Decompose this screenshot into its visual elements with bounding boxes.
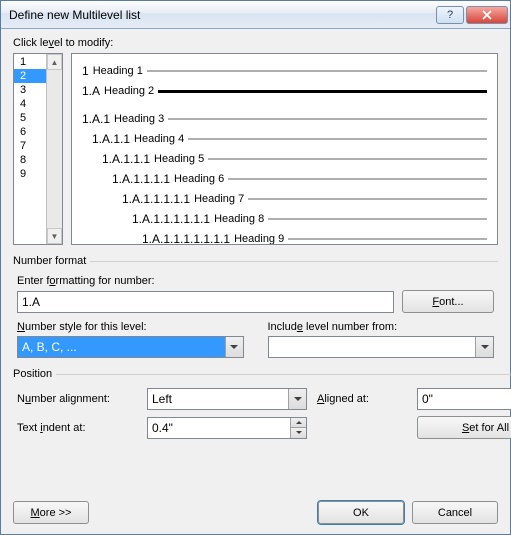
chevron-down-icon[interactable] xyxy=(475,337,493,357)
top-row: 123456789 ▲ ▼ 1Heading 1 1.AHeading 2 1.A.… xyxy=(13,53,498,245)
spin-up-icon[interactable] xyxy=(291,418,306,428)
preview-row: 1.A.1.1Heading 4 xyxy=(82,130,487,148)
chevron-down-icon[interactable] xyxy=(225,337,243,357)
preview-row: 1.A.1.1.1.1.1Heading 7 xyxy=(82,190,487,208)
preview-row: 1.A.1Heading 3 xyxy=(82,110,487,128)
help-button[interactable]: ? xyxy=(436,6,464,24)
dialog-window: Define new Multilevel list ? Click level… xyxy=(0,0,511,535)
level-item[interactable]: 8 xyxy=(14,153,46,167)
click-level-label: Click level to modify: xyxy=(13,37,498,49)
titlebar-buttons: ? xyxy=(434,6,508,24)
scroll-up-icon[interactable]: ▲ xyxy=(47,54,62,70)
level-listbox[interactable]: 123456789 ▲ ▼ xyxy=(13,53,63,245)
preview-row: 1.A.1.1.1Heading 5 xyxy=(82,150,487,168)
number-style-label: Number style for this level: xyxy=(17,321,244,333)
dialog-footer: More >> OK Cancel xyxy=(1,493,510,534)
titlebar: Define new Multilevel list ? xyxy=(1,1,510,29)
include-level-combo[interactable] xyxy=(268,336,495,358)
number-alignment-value: Left xyxy=(148,389,288,409)
level-scrollbar[interactable]: ▲ ▼ xyxy=(46,54,62,244)
font-button[interactable]: Font... xyxy=(402,290,494,313)
level-item[interactable]: 9 xyxy=(14,167,46,181)
text-indent-spinner[interactable] xyxy=(147,417,307,439)
level-item[interactable]: 2 xyxy=(14,69,46,83)
enter-formatting-label: Enter formatting for number: xyxy=(17,275,494,287)
include-level-value xyxy=(269,337,476,357)
window-title: Define new Multilevel list xyxy=(9,8,434,22)
close-icon xyxy=(482,10,492,20)
position-group: Position Number alignment: Left Aligned … xyxy=(13,368,511,439)
level-item[interactable]: 1 xyxy=(14,55,46,69)
level-item[interactable]: 6 xyxy=(14,125,46,139)
number-alignment-combo[interactable]: Left xyxy=(147,388,307,410)
chevron-down-icon[interactable] xyxy=(288,389,306,409)
aligned-at-label: Aligned at: xyxy=(317,393,407,405)
level-item[interactable]: 4 xyxy=(14,97,46,111)
number-format-input[interactable] xyxy=(17,291,394,313)
text-indent-label: Text indent at: xyxy=(17,422,137,434)
number-style-value: A, B, C, ... xyxy=(18,337,225,357)
preview-row: 1.A.1.1.1.1Heading 6 xyxy=(82,170,487,188)
dialog-body: Click level to modify: 123456789 ▲ ▼ 1He… xyxy=(1,29,510,493)
level-item[interactable]: 3 xyxy=(14,83,46,97)
text-indent-input[interactable] xyxy=(148,418,290,438)
level-item[interactable]: 5 xyxy=(14,111,46,125)
number-format-group: Number format Enter formatting for numbe… xyxy=(13,255,498,358)
set-all-levels-button[interactable]: Set for All Levels... xyxy=(417,416,511,439)
number-alignment-label: Number alignment: xyxy=(17,393,137,405)
number-style-combo[interactable]: A, B, C, ... xyxy=(17,336,244,358)
number-format-legend: Number format xyxy=(13,255,90,267)
more-button[interactable]: More >> xyxy=(13,501,89,524)
scroll-down-icon[interactable]: ▼ xyxy=(47,228,62,244)
include-level-label: Include level number from: xyxy=(268,321,495,333)
aligned-at-input[interactable] xyxy=(418,389,511,409)
preview-row: 1.A.1.1.1.1.1.1Heading 8 xyxy=(82,210,487,228)
close-button[interactable] xyxy=(466,6,508,24)
aligned-at-spinner[interactable] xyxy=(417,388,511,410)
spin-down-icon[interactable] xyxy=(291,427,306,438)
cancel-button[interactable]: Cancel xyxy=(412,501,498,524)
preview-row: 1.A.1.1.1.1.1.1.1Heading 9 xyxy=(82,230,487,245)
level-item[interactable]: 7 xyxy=(14,139,46,153)
preview-row: 1.AHeading 2 xyxy=(82,82,487,100)
ok-button[interactable]: OK xyxy=(318,501,404,524)
position-legend: Position xyxy=(13,368,56,380)
preview-row: 1Heading 1 xyxy=(82,62,487,80)
preview-pane: 1Heading 1 1.AHeading 2 1.A.1Heading 3 1.A.… xyxy=(71,53,498,245)
